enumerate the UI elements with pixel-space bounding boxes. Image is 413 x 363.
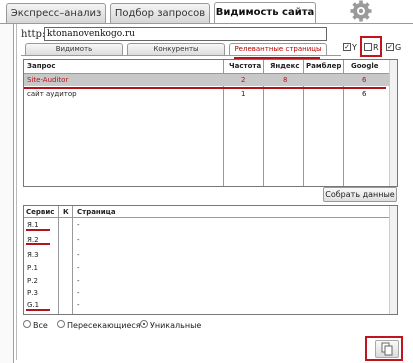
page-cell: - [77, 221, 80, 229]
tab-query-selection[interactable]: Подбор запросов [110, 3, 210, 23]
service-underline-highlight [26, 309, 50, 311]
service-cell: Р.2 [27, 277, 38, 285]
filter-all-label: Все [33, 321, 48, 330]
page-cell: - [77, 301, 80, 309]
col-header-k[interactable]: К [63, 208, 69, 216]
checkbox-yandex[interactable]: ✓ [343, 43, 351, 51]
frequency-cell: 2 [241, 76, 246, 84]
filter-intersecting-label: Пересекающиеся [67, 321, 141, 330]
subtab-competitors[interactable]: Конкуренты [127, 43, 225, 55]
service-underline-highlight [26, 229, 50, 231]
service-cell: Р.3 [27, 289, 38, 297]
pages-header-divider [24, 217, 397, 218]
checkbox-google-label: G [395, 43, 402, 52]
service-cell: Я.1 [27, 221, 39, 229]
subtab-divider [21, 55, 341, 56]
subtab-visibility[interactable]: Видимоть [25, 43, 123, 55]
collect-data-button[interactable]: Собрать данные [323, 187, 397, 202]
checkbox-google[interactable]: ✓ [386, 43, 394, 51]
col-header-page[interactable]: Страница [77, 208, 116, 216]
service-cell: Я.3 [27, 251, 39, 259]
queries-scrollbar[interactable] [389, 60, 397, 186]
query-cell: Site-Auditor [27, 76, 69, 84]
google-cell: 6 [362, 90, 367, 98]
service-cell: G.1 [27, 301, 40, 309]
page-cell: - [77, 277, 80, 285]
url-value: ktonanovenkogo.ru [47, 29, 135, 39]
tab-express-analysis[interactable]: Экспресс–анализ [6, 3, 106, 23]
col-header-service[interactable]: Сервис [26, 208, 54, 216]
service-cell: Р.1 [27, 264, 38, 272]
col-header-google[interactable]: Google [351, 62, 379, 70]
pages-col-divider [72, 206, 73, 314]
table-row[interactable] [24, 74, 389, 86]
filter-all-radio[interactable] [23, 320, 31, 328]
filter-intersecting-radio[interactable] [57, 320, 65, 328]
page-cell: - [77, 264, 80, 272]
query-cell: сайт аудитор [27, 90, 77, 98]
filter-unique-radio[interactable] [140, 320, 148, 328]
filter-unique-label: Уникальные [150, 321, 202, 330]
checkbox-yandex-label: Y [352, 43, 357, 52]
page-cell: - [77, 289, 80, 297]
gear-icon[interactable] [348, 0, 374, 22]
copy-button[interactable] [375, 340, 399, 358]
google-cell: 6 [362, 76, 367, 84]
copy-icon [381, 342, 393, 356]
col-header-frequency[interactable]: Частота [229, 62, 261, 70]
pages-col-divider [58, 206, 59, 314]
tab-site-visibility[interactable]: Видимость сайта [214, 2, 316, 24]
subtab-relevant-pages[interactable]: Релевантные страницы [229, 43, 327, 55]
col-header-query[interactable]: Запрос [27, 62, 56, 70]
left-panel [0, 24, 14, 363]
col-header-rambler[interactable]: Рамблер [306, 62, 341, 70]
frequency-cell: 1 [241, 90, 246, 98]
page-cell: - [77, 251, 80, 259]
rambler-highlight-box [360, 36, 382, 57]
service-underline-highlight [26, 243, 50, 245]
col-header-yandex[interactable]: Яндекс [270, 62, 300, 70]
yandex-cell: 8 [283, 76, 288, 84]
page-cell: - [77, 236, 80, 244]
pages-scrollbar[interactable] [389, 206, 397, 314]
url-input[interactable]: ktonanovenkogo.ru [44, 27, 327, 41]
table-row[interactable] [24, 89, 389, 101]
